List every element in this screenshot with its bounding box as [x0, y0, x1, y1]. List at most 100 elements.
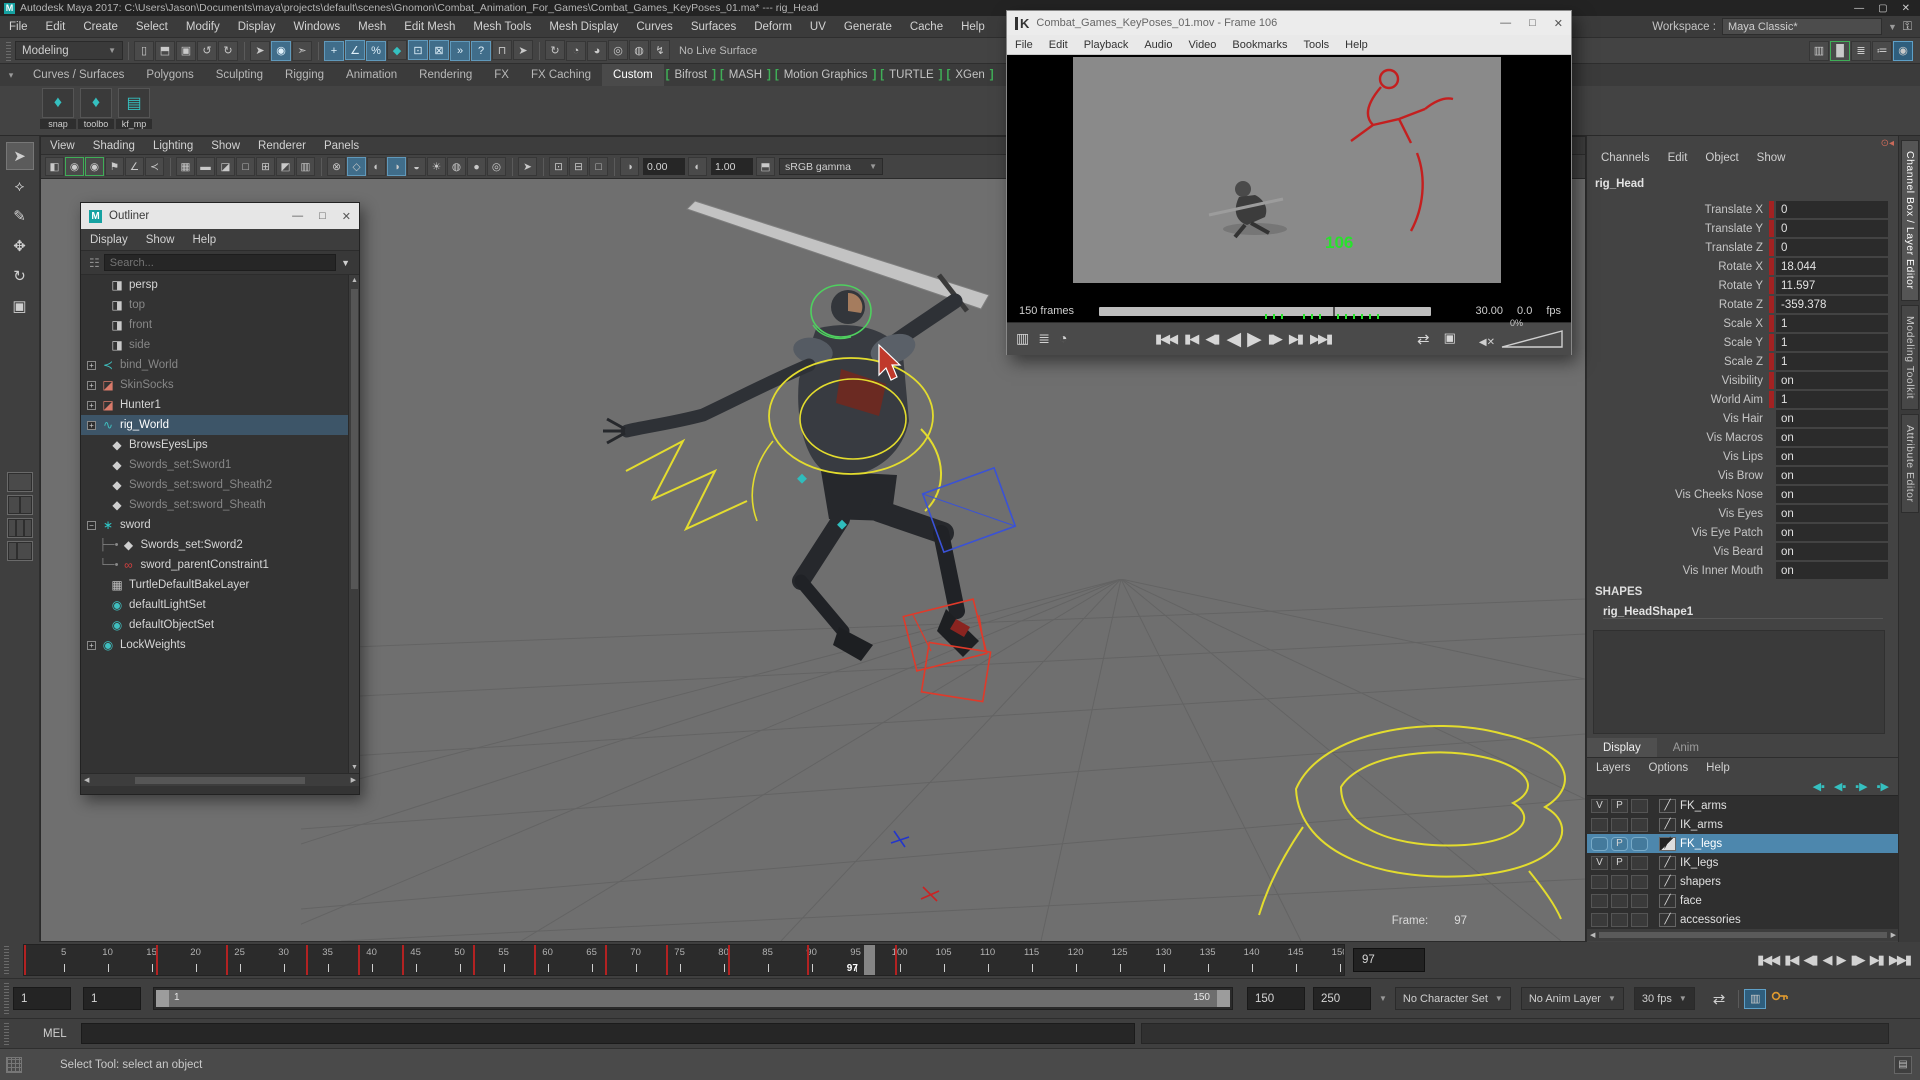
- layer-tab-anim[interactable]: Anim: [1657, 738, 1715, 757]
- chevron-down-icon[interactable]: ▼: [1379, 994, 1387, 1003]
- outliner-item-hunter1[interactable]: +◪Hunter1: [81, 395, 359, 415]
- channel-value[interactable]: 1: [1776, 353, 1888, 370]
- layout-four-pane-icon[interactable]: [7, 495, 33, 515]
- viewport-toolbar-icon[interactable]: ◐: [367, 157, 386, 176]
- outliner-item-swords-set-sword1[interactable]: ◆Swords_set:Sword1: [81, 455, 359, 475]
- selected-node-name[interactable]: rig_Head: [1595, 178, 1644, 190]
- outliner-item-persp[interactable]: ◨persp: [81, 275, 359, 295]
- channel-row-vis-macros[interactable]: Vis Macroson: [1587, 428, 1899, 447]
- shelf-tab-xgen[interactable]: XGen: [952, 69, 987, 81]
- animation-end-field[interactable]: 250: [1313, 987, 1371, 1010]
- current-time-marker[interactable]: [864, 945, 875, 975]
- outliner-item-swords-set-sword2[interactable]: ├─•◆Swords_set:Sword2: [81, 535, 359, 555]
- viewport-menu-panels[interactable]: Panels: [315, 140, 368, 152]
- range-start-handle[interactable]: [156, 990, 169, 1007]
- close-button[interactable]: ✕: [1554, 17, 1563, 30]
- viewport-toolbar-icon[interactable]: ⊗: [327, 157, 346, 176]
- shelf-menu-icon[interactable]: ▾: [0, 70, 22, 81]
- layer-row-accessories[interactable]: ╱accessories: [1587, 910, 1899, 929]
- open-scene-icon[interactable]: ⬒: [155, 41, 175, 61]
- current-frame-field[interactable]: 97: [1353, 948, 1425, 972]
- go-to-start-button[interactable]: ▮◀◀: [1153, 331, 1178, 347]
- volume-ramp[interactable]: [1501, 330, 1563, 348]
- shape-node-name[interactable]: rig_HeadShape1: [1603, 606, 1883, 619]
- gamma-icon[interactable]: ◐: [688, 157, 707, 176]
- layer-type-icon[interactable]: ╱: [1659, 818, 1676, 832]
- exposure-icon[interactable]: ◑: [620, 157, 639, 176]
- viewport-menu-view[interactable]: View: [41, 140, 84, 152]
- outliner-item-front[interactable]: ◨front: [81, 315, 359, 335]
- play-backwards-button[interactable]: ◀: [1224, 328, 1241, 351]
- layer-visibility-toggle[interactable]: [1591, 837, 1608, 851]
- menu-file[interactable]: File: [0, 21, 37, 33]
- step-forward-button[interactable]: ▮▶: [1266, 331, 1283, 347]
- channel-value[interactable]: on: [1776, 429, 1888, 446]
- layer-playback-toggle[interactable]: P: [1611, 837, 1628, 851]
- select-object-icon[interactable]: ◉: [271, 41, 291, 61]
- layer-type-icon[interactable]: ╱: [1659, 913, 1676, 927]
- outliner-item-rig-world[interactable]: +∿rig_World: [81, 415, 359, 435]
- attribute-editor-toggle-icon[interactable]: ≣: [1851, 41, 1871, 61]
- layer-visibility-toggle[interactable]: V: [1591, 799, 1608, 813]
- fps-select[interactable]: 30 fps▼: [1634, 987, 1695, 1010]
- menu-deform[interactable]: Deform: [745, 21, 801, 33]
- character-set-select[interactable]: No Character Set▼: [1395, 987, 1511, 1010]
- step-forward-key-button[interactable]: ▶▮: [1870, 952, 1883, 968]
- script-editor-icon[interactable]: ▤: [1894, 1056, 1912, 1074]
- undo-icon[interactable]: ↺: [197, 41, 217, 61]
- viewport-toolbar-icon[interactable]: ●: [467, 157, 486, 176]
- playback-speed-icon[interactable]: ▥: [1744, 989, 1766, 1009]
- layer-visibility-toggle[interactable]: [1591, 894, 1608, 908]
- shelf-tab-turtle[interactable]: TURTLE: [886, 69, 937, 81]
- layer-row-shapers[interactable]: ╱shapers: [1587, 872, 1899, 891]
- menu-curves[interactable]: Curves: [627, 21, 681, 33]
- channel-value[interactable]: 1: [1776, 391, 1888, 408]
- menu-uv[interactable]: UV: [801, 21, 835, 33]
- expand-toggle-icon[interactable]: +: [87, 641, 96, 650]
- viewport-toolbar-icon[interactable]: □: [236, 157, 255, 176]
- layer-row-ik_legs[interactable]: VP╱IK_legs: [1587, 853, 1899, 872]
- channel-row-rotate-z[interactable]: Rotate Z-359.378: [1587, 295, 1899, 314]
- playback-start-field[interactable]: 1: [83, 987, 141, 1010]
- channel-value[interactable]: 11.597: [1776, 277, 1888, 294]
- viewport-toolbar-icon[interactable]: ▬: [196, 157, 215, 176]
- paint-select-tool-icon[interactable]: ✎: [6, 202, 34, 230]
- viewport-toolbar-icon[interactable]: ≺: [145, 157, 164, 176]
- player-menu-help[interactable]: Help: [1337, 39, 1376, 51]
- shelf-tab-animation[interactable]: Animation: [335, 64, 408, 86]
- outliner-item-defaultlightset[interactable]: ◉defaultLightSet: [81, 595, 359, 615]
- outliner-menu-display[interactable]: Display: [81, 234, 137, 246]
- lasso-tool-icon[interactable]: ⟡: [6, 172, 34, 200]
- viewport-toolbar-icon[interactable]: ☀: [427, 157, 446, 176]
- close-button[interactable]: ✕: [1902, 3, 1910, 14]
- viewport-toolbar-icon[interactable]: ⊞: [256, 157, 275, 176]
- chevron-down-icon[interactable]: ▼: [341, 258, 350, 268]
- viewport-menu-renderer[interactable]: Renderer: [249, 140, 315, 152]
- loop-mode-icon[interactable]: ⇄: [1713, 990, 1726, 1008]
- lock-workspace-icon[interactable]: ⚿: [1903, 19, 1912, 34]
- layer-playback-toggle[interactable]: P: [1611, 799, 1628, 813]
- filter-icon[interactable]: ☷: [89, 256, 100, 270]
- channel-row-scale-y[interactable]: Scale Y1: [1587, 333, 1899, 352]
- layer-visibility-toggle[interactable]: V: [1591, 856, 1608, 870]
- redo-icon[interactable]: ↻: [218, 41, 238, 61]
- snap-curve-icon[interactable]: ∠: [345, 40, 365, 60]
- maximize-button[interactable]: ▢: [1878, 3, 1887, 14]
- search-input[interactable]: [104, 254, 336, 271]
- play-backwards-button[interactable]: ◀: [1823, 952, 1831, 968]
- outliner-vscrollbar[interactable]: ▲▼: [348, 275, 359, 773]
- outliner-title-bar[interactable]: M Outliner — □ ✕: [81, 203, 359, 229]
- rotate-tool-icon[interactable]: ↻: [6, 262, 34, 290]
- maximize-button[interactable]: □: [1529, 17, 1536, 30]
- shelf-tab-rendering[interactable]: Rendering: [408, 64, 483, 86]
- layer-visibility-toggle[interactable]: [1591, 913, 1608, 927]
- vertical-tab-modeling-toolkit[interactable]: Modeling Toolkit: [1901, 305, 1919, 410]
- layer-visibility-toggle[interactable]: [1591, 875, 1608, 889]
- select-tool-icon[interactable]: ➤: [6, 142, 34, 170]
- menu-edit-mesh[interactable]: Edit Mesh: [395, 21, 464, 33]
- construction-history-icon[interactable]: ↻: [545, 40, 565, 60]
- layer-playback-toggle[interactable]: P: [1611, 856, 1628, 870]
- view-transform-select[interactable]: sRGB gamma▼: [779, 158, 883, 175]
- layer-row-fk_legs[interactable]: P╱FK_legs: [1587, 834, 1899, 853]
- menu-select[interactable]: Select: [127, 21, 177, 33]
